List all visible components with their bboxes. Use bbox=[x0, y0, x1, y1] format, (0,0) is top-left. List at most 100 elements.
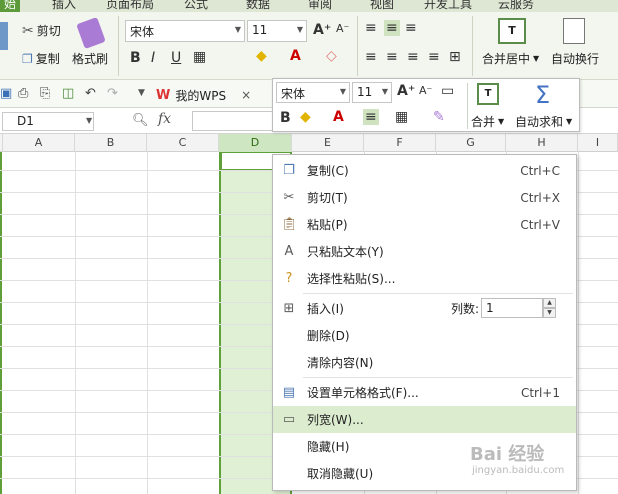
tab-cloud[interactable]: 云服务 bbox=[498, 0, 534, 12]
menu-item-column-width[interactable]: ▭ 列宽(W)... bbox=[273, 406, 576, 433]
chevron-down-icon[interactable]: ▼ bbox=[86, 116, 92, 125]
spin-up-icon[interactable]: ▲ bbox=[543, 298, 556, 308]
format-painter-icon[interactable] bbox=[76, 17, 106, 49]
preview-icon[interactable]: ◫ bbox=[62, 86, 74, 101]
column-header-c[interactable]: C bbox=[147, 134, 219, 152]
tab-review[interactable]: 审阅 bbox=[308, 0, 332, 12]
mini-align-icon[interactable]: ≡ bbox=[363, 109, 379, 125]
autosum-icon[interactable]: Σ bbox=[535, 81, 550, 109]
menu-item-shortcut: Ctrl+V bbox=[520, 217, 560, 232]
mini-bold-button[interactable]: B bbox=[280, 110, 291, 126]
mini-font-size-select[interactable]: 11 ▼ bbox=[352, 82, 392, 103]
mini-merge-icon[interactable]: T bbox=[477, 83, 499, 105]
cut-button[interactable]: ✂ 剪切 bbox=[22, 22, 61, 39]
formula-input[interactable] bbox=[192, 111, 282, 131]
font-name-select[interactable]: 宋体 ▼ bbox=[125, 20, 245, 42]
format-painter-button[interactable]: 格式刷 bbox=[72, 50, 108, 67]
wrap-text-label: 自动换行 bbox=[551, 52, 600, 66]
chevron-down-icon[interactable]: ▼ bbox=[138, 88, 145, 98]
menu-separator bbox=[303, 293, 573, 294]
column-header-h[interactable]: H bbox=[506, 134, 578, 152]
border-icon[interactable]: ▦ bbox=[193, 49, 206, 65]
justify-icon[interactable]: ≡ bbox=[428, 49, 440, 65]
mini-cell-style-icon[interactable]: ▭ bbox=[441, 83, 454, 99]
column-header-b[interactable]: B bbox=[75, 134, 147, 152]
columns-count-input[interactable]: 1 bbox=[481, 298, 543, 318]
menu-item-insert[interactable]: ⊞ 插入(I) 列数: 1 ▲ ▼ bbox=[273, 295, 576, 322]
italic-button[interactable]: I bbox=[151, 50, 155, 66]
function-icon[interactable]: fx bbox=[158, 111, 171, 127]
mini-decrease-font-icon[interactable]: A⁻ bbox=[419, 84, 432, 97]
column-header-f[interactable]: F bbox=[364, 134, 436, 152]
save-icon[interactable]: ▣ bbox=[0, 86, 12, 101]
mini-merge-button[interactable]: 合并 ▼ bbox=[471, 113, 504, 130]
mini-font-color-icon[interactable]: A bbox=[333, 109, 344, 125]
menu-tabs: 始 插入 页面布局 公式 数据 审阅 视图 开发工具 云服务 bbox=[0, 0, 618, 12]
ribbon-divider bbox=[118, 16, 119, 76]
menu-item-paste-text[interactable]: A 只粘贴文本(Y) bbox=[273, 238, 576, 265]
column-header-e[interactable]: E bbox=[292, 134, 364, 152]
menu-item-paste-special[interactable]: ? 选择性粘贴(S)... bbox=[273, 265, 576, 292]
distribute-icon[interactable]: ⊞ bbox=[449, 49, 461, 65]
print-icon[interactable]: ⎙ bbox=[18, 86, 28, 101]
bold-button[interactable]: B bbox=[130, 50, 141, 66]
mini-format-painter-icon[interactable]: ✎ bbox=[433, 109, 445, 125]
fill-color-icon[interactable]: ◆ bbox=[256, 48, 267, 64]
name-box[interactable]: D1 bbox=[2, 112, 94, 131]
zoom-icon[interactable]: 🔍︎ bbox=[132, 113, 149, 128]
align-center-icon[interactable]: ≡ bbox=[386, 49, 398, 65]
mini-font-name-select[interactable]: 宋体 ▼ bbox=[276, 82, 350, 103]
align-right-icon[interactable]: ≡ bbox=[407, 49, 419, 65]
column-header-a[interactable]: A bbox=[3, 134, 75, 152]
menu-item-cut[interactable]: ✂ 剪切(T) Ctrl+X bbox=[273, 184, 576, 211]
mini-fill-color-icon[interactable]: ◆ bbox=[300, 109, 311, 125]
align-middle-icon[interactable]: ≡ bbox=[384, 20, 400, 36]
mini-border-icon[interactable]: ▦ bbox=[395, 109, 408, 125]
tab-data[interactable]: 数据 bbox=[246, 0, 270, 12]
print-preview-icon[interactable]: ⎘ bbox=[40, 86, 50, 101]
column-width-icon: ▭ bbox=[282, 412, 296, 427]
wrap-text-button[interactable]: 自动换行 bbox=[551, 50, 599, 67]
column-header-i[interactable]: I bbox=[578, 134, 618, 152]
tab-start[interactable]: 始 bbox=[0, 0, 21, 12]
menu-item-copy[interactable]: ❐ 复制(C) Ctrl+C bbox=[273, 157, 576, 184]
font-size-select[interactable]: 11 ▼ bbox=[247, 20, 307, 42]
paste-text-icon: A bbox=[284, 244, 294, 259]
menu-item-label: 设置单元格格式(F)... bbox=[307, 386, 419, 400]
increase-font-icon[interactable]: A⁺ bbox=[313, 22, 331, 38]
tab-insert[interactable]: 插入 bbox=[52, 0, 76, 12]
undo-icon[interactable]: ↶ bbox=[85, 86, 96, 101]
tab-formulas[interactable]: 公式 bbox=[184, 0, 208, 12]
align-bottom-icon[interactable]: ≡ bbox=[405, 20, 417, 36]
menu-item-paste[interactable]: 📋︎ 粘贴(P) Ctrl+V bbox=[273, 211, 576, 238]
tab-view[interactable]: 视图 bbox=[370, 0, 394, 12]
mini-increase-font-icon[interactable]: A⁺ bbox=[397, 83, 415, 99]
menu-item-delete[interactable]: 删除(D) bbox=[273, 322, 576, 349]
menu-item-format-cells[interactable]: ▤ 设置单元格格式(F)... Ctrl+1 bbox=[273, 379, 576, 406]
close-icon[interactable]: × bbox=[241, 88, 251, 102]
autosum-button[interactable]: 自动求和 ▼ bbox=[515, 113, 572, 130]
doc-tab-my-wps[interactable]: W 我的WPS × bbox=[156, 84, 251, 106]
column-line bbox=[578, 152, 579, 494]
column-header-d[interactable]: D bbox=[219, 134, 292, 152]
menu-item-clear-contents[interactable]: 清除内容(N) bbox=[273, 349, 576, 376]
wrap-text-icon[interactable] bbox=[563, 18, 585, 44]
column-header-g[interactable]: G bbox=[436, 134, 506, 152]
align-top-icon[interactable]: ≡ bbox=[365, 20, 377, 36]
paste-icon: 📋︎ bbox=[281, 217, 298, 232]
align-left-icon[interactable]: ≡ bbox=[365, 49, 377, 65]
copy-button[interactable]: ❐ 复制 bbox=[22, 50, 60, 67]
redo-icon[interactable]: ↷ bbox=[107, 86, 118, 101]
clear-format-icon[interactable]: ◇ bbox=[326, 48, 337, 64]
format-painter-label: 格式刷 bbox=[72, 52, 109, 66]
font-color-icon[interactable]: A bbox=[290, 48, 301, 64]
underline-button[interactable]: U bbox=[171, 50, 181, 66]
spin-down-icon[interactable]: ▼ bbox=[543, 308, 556, 318]
tab-page-layout[interactable]: 页面布局 bbox=[106, 0, 154, 12]
tab-developer[interactable]: 开发工具 bbox=[424, 0, 472, 12]
merge-center-button[interactable]: 合并居中 ▼ bbox=[482, 50, 539, 67]
merge-cells-icon[interactable]: T bbox=[498, 18, 526, 44]
paste-icon[interactable] bbox=[0, 22, 8, 50]
menu-item-label: 选择性粘贴(S)... bbox=[307, 272, 396, 286]
decrease-font-icon[interactable]: A⁻ bbox=[336, 22, 349, 35]
